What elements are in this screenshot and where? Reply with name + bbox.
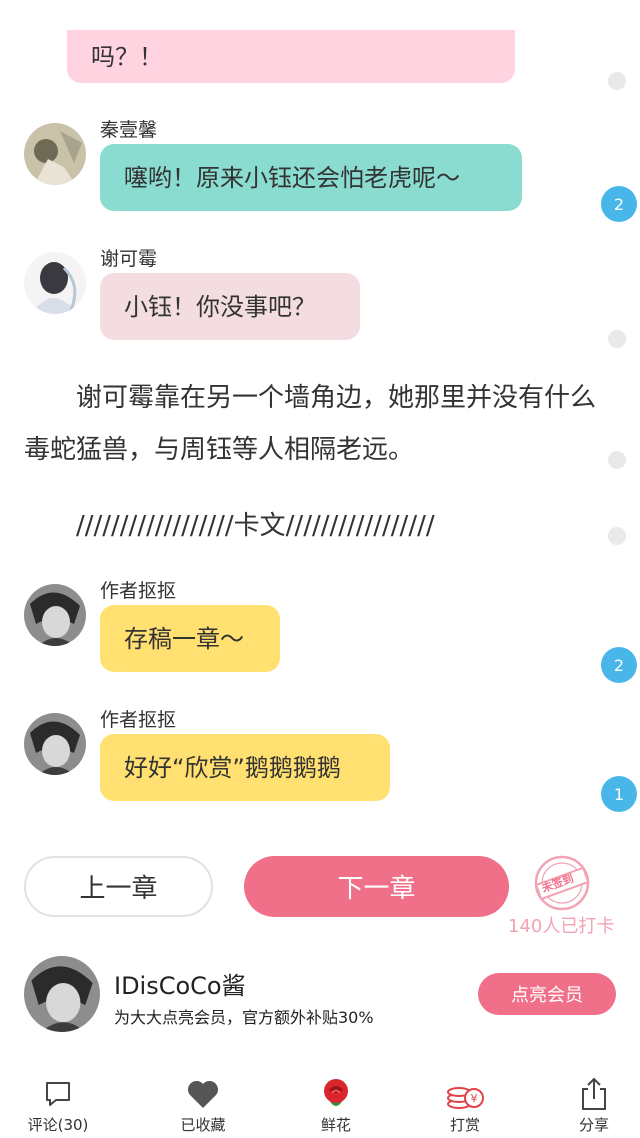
promo-description: 为大大点亮会员，官方额外补贴30%	[114, 1008, 374, 1027]
tab-label: 鲜花	[320, 1116, 351, 1134]
chat-bubble-yellow: 好好“欣赏”鹅鹅鹅鹅	[100, 734, 390, 801]
username: IDisCoCo酱	[114, 972, 246, 1000]
heart-icon	[186, 1076, 220, 1112]
message-text: 好好“欣赏”鹅鹅鹅鹅	[124, 753, 341, 782]
comment-count-badge[interactable]: 2	[601, 647, 637, 683]
user-avatar[interactable]	[24, 956, 100, 1032]
comment-count: 2	[613, 194, 625, 214]
prev-chapter-button[interactable]: 上一章	[24, 856, 213, 917]
message-text: 存稿一章～	[124, 624, 244, 653]
tab-share[interactable]: 分享	[554, 1076, 634, 1136]
comment-count: 1	[613, 784, 625, 804]
tab-label: 分享	[578, 1116, 609, 1134]
author-name: 秦壹馨	[100, 119, 158, 141]
share-icon	[579, 1076, 609, 1112]
story-paragraph: //////////////////卡文/////////////////	[24, 511, 435, 541]
next-chapter-label: 下一章	[337, 874, 416, 904]
story-paragraph: 谢可霉靠在另一个墙角边，她那里并没有什么毒蛇猛兽，与周钰等人相隔老远。	[24, 383, 597, 465]
tab-label: 打赏	[449, 1116, 480, 1134]
tab-flowers[interactable]: 鲜花	[296, 1076, 376, 1136]
author-name: 谢可霉	[100, 248, 158, 270]
avatar[interactable]	[24, 584, 86, 646]
tab-reward[interactable]: ¥ 打赏	[425, 1076, 505, 1136]
comment-count: 2	[613, 655, 625, 675]
paragraph-comment-dot[interactable]	[608, 451, 626, 469]
chat-bubble-pink: 吗？！	[67, 30, 515, 83]
light-member-button[interactable]: 点亮会员	[478, 973, 616, 1015]
tab-label: 评论(30)	[27, 1116, 89, 1134]
comment-count-badge[interactable]: 1	[601, 776, 637, 812]
paragraph-comment-dot[interactable]	[608, 72, 626, 90]
paragraph-comment-dot[interactable]	[608, 330, 626, 348]
tab-favorited[interactable]: 已收藏	[163, 1076, 243, 1136]
chat-bubble-teal: 噻哟！原来小钰还会怕老虎呢～	[100, 144, 522, 211]
tab-label: 已收藏	[180, 1116, 226, 1134]
next-chapter-button[interactable]: 下一章	[244, 856, 509, 917]
light-member-label: 点亮会员	[511, 985, 583, 1006]
author-name: 作者抠抠	[100, 709, 177, 731]
chat-bubble-yellow: 存稿一章～	[100, 605, 280, 672]
svg-text:¥: ¥	[471, 1092, 478, 1105]
message-text: 小钰！你没事吧？	[124, 292, 316, 321]
message-text: 吗？！	[91, 42, 163, 71]
comment-icon	[43, 1076, 73, 1112]
prev-chapter-label: 上一章	[79, 874, 158, 904]
avatar[interactable]	[24, 123, 86, 185]
avatar[interactable]	[24, 252, 86, 314]
message-text: 噻哟！原来小钰还会怕老虎呢～	[124, 163, 460, 192]
comment-count-badge[interactable]: 2	[601, 186, 637, 222]
tab-comments[interactable]: 评论(30)	[18, 1076, 98, 1136]
rose-icon	[319, 1076, 353, 1112]
coins-icon: ¥	[446, 1076, 484, 1112]
checkin-stamp[interactable]: 未签到	[533, 854, 591, 912]
avatar[interactable]	[24, 713, 86, 775]
chat-bubble-rose: 小钰！你没事吧？	[100, 273, 360, 340]
checkin-count: 140人已打卡	[508, 916, 615, 937]
paragraph-comment-dot[interactable]	[608, 527, 626, 545]
author-name: 作者抠抠	[100, 580, 177, 602]
